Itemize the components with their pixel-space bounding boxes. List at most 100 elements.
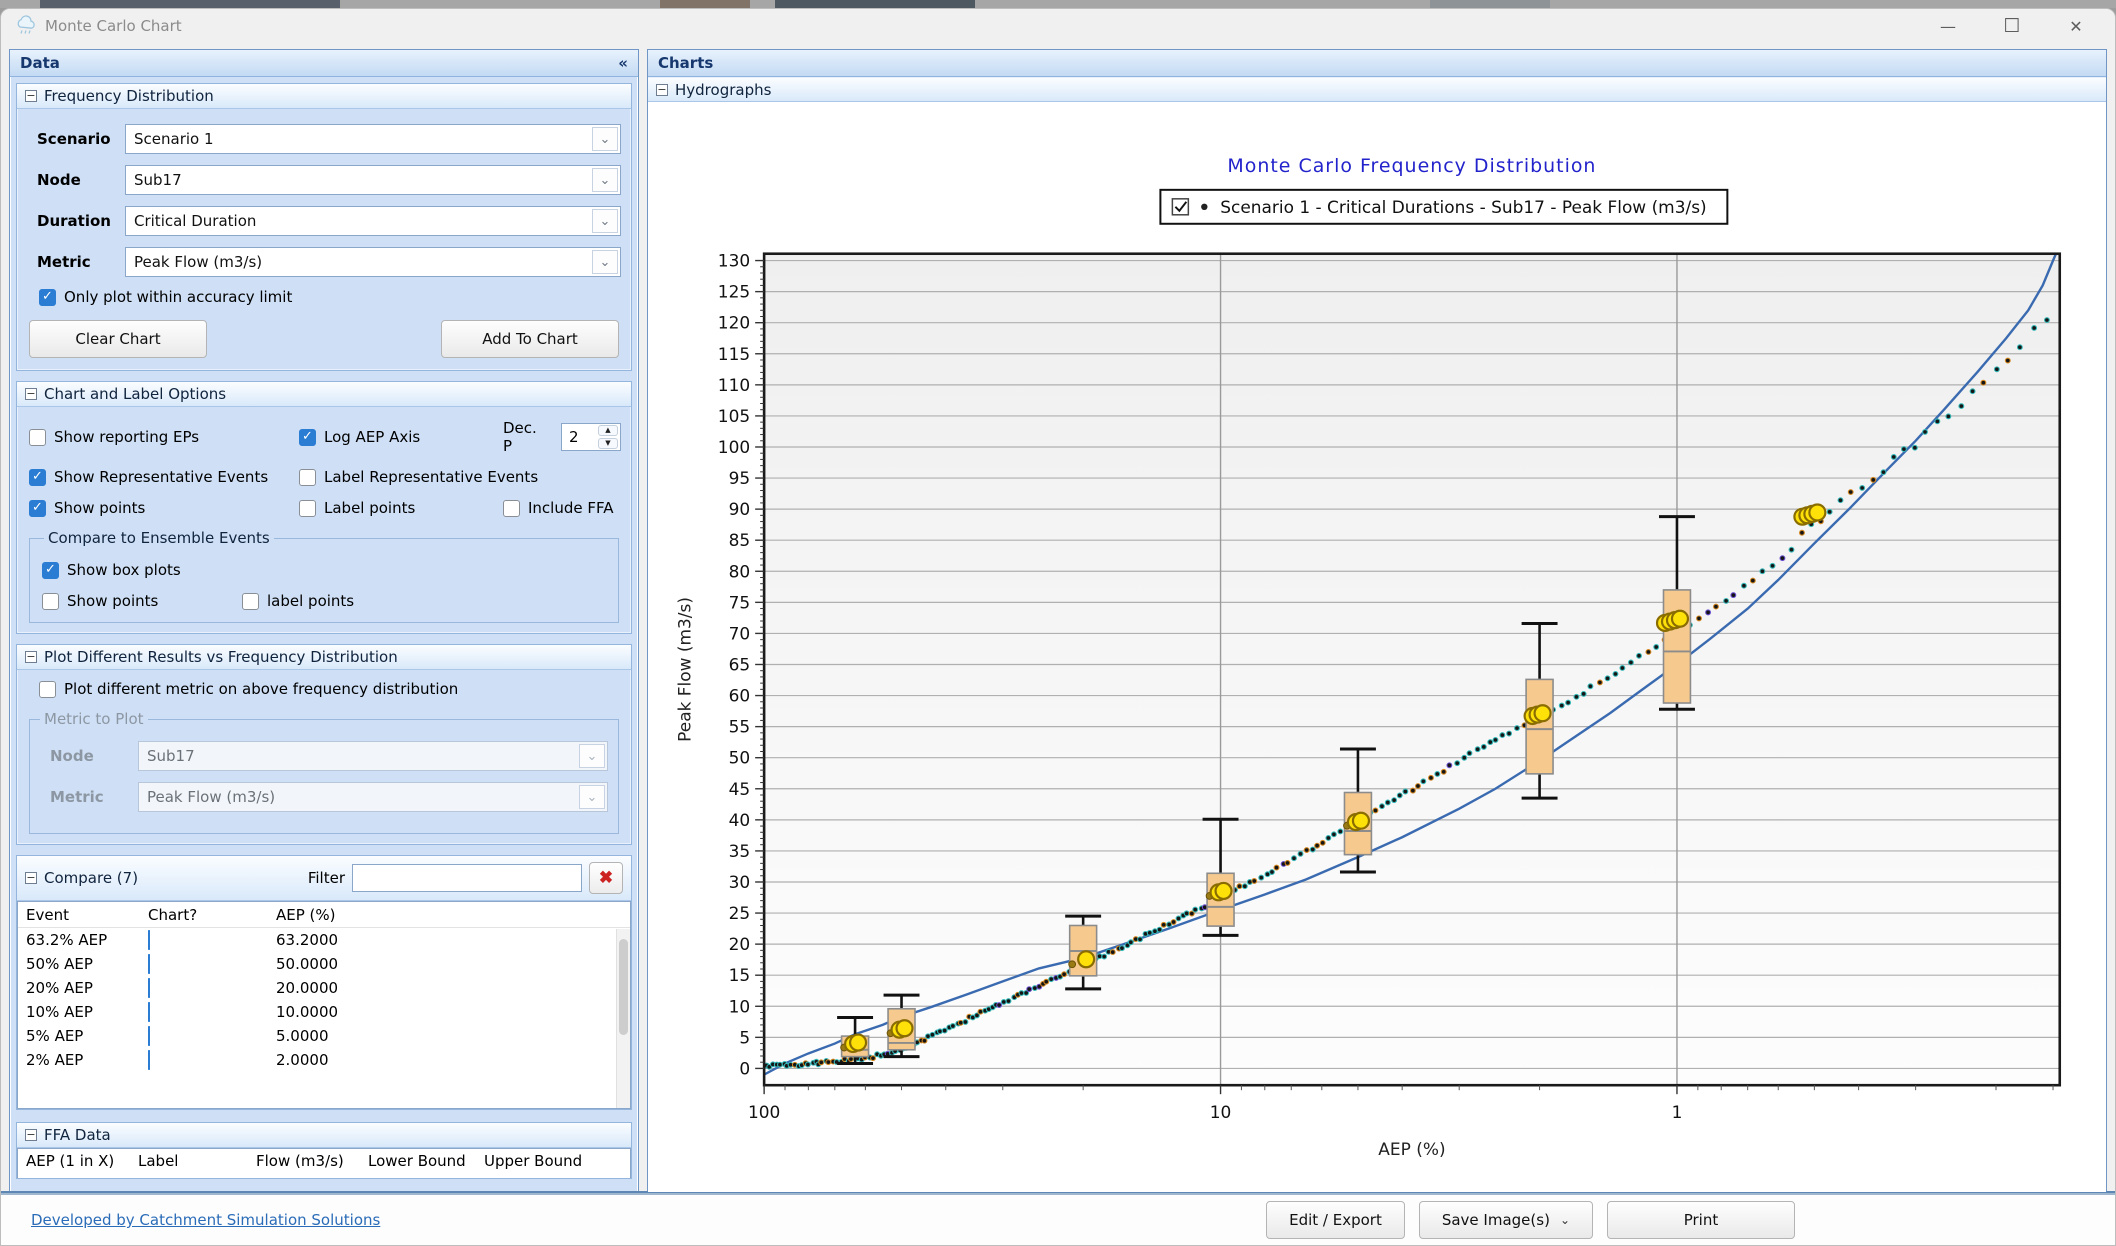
options-show-points-label: Show points <box>54 499 145 517</box>
collapse-section-icon[interactable]: − <box>25 90 37 102</box>
frequency-distribution-header[interactable]: − Frequency Distribution <box>17 84 631 109</box>
spinner-up-icon[interactable]: ▲ <box>598 425 618 436</box>
frequency-duration-value: Critical Duration <box>134 212 256 230</box>
ffa-data-header[interactable]: − FFA Data <box>17 1123 631 1148</box>
compare-event-cell: 2% AEP <box>26 1051 148 1069</box>
options-show-reporting-eps-checkbox[interactable] <box>29 429 46 446</box>
plot-different-header[interactable]: − Plot Different Results vs Frequency Di… <box>17 645 631 670</box>
ffa-data-title: FFA Data <box>44 1126 111 1144</box>
y-axis-tick-label: 110 <box>718 375 750 395</box>
table-row[interactable]: 10% AEP10.0000 <box>18 1000 630 1024</box>
representative-event-marker <box>1525 705 1551 724</box>
compare-event-cell: 10% AEP <box>26 1003 148 1021</box>
frequency-scenario-select[interactable]: Scenario 1 ⌄ <box>125 124 621 154</box>
data-panel-title: Data <box>20 54 60 72</box>
chevron-down-icon: ⌄ <box>579 785 605 809</box>
chevron-down-icon[interactable]: ⌄ <box>592 250 618 274</box>
plot-different-metric-checkbox[interactable] <box>39 681 56 698</box>
print-button[interactable]: Print <box>1607 1201 1795 1239</box>
maximize-button[interactable]: ☐ <box>1997 15 2027 37</box>
frequency-distribution-chart[interactable]: Monte Carlo Frequency Distribution Scenar… <box>648 102 2106 1192</box>
y-axis-tick-label: 55 <box>729 717 751 737</box>
filter-input[interactable] <box>352 864 582 892</box>
options-include-ffa-checkbox[interactable] <box>503 500 520 517</box>
options-label-points-checkbox[interactable] <box>299 500 316 517</box>
options-show-representative-events-label: Show Representative Events <box>54 468 268 486</box>
y-axis-tick-label: 10 <box>729 996 751 1016</box>
collapse-section-icon[interactable]: − <box>25 651 37 663</box>
y-axis-tick-label: 85 <box>729 530 751 550</box>
compare-chart-checkbox[interactable] <box>148 954 150 974</box>
table-row[interactable]: 50% AEP50.0000 <box>18 952 630 976</box>
save-images-button[interactable]: Save Image(s) ⌄ <box>1419 1201 1593 1239</box>
ensemble-show-points-checkbox[interactable] <box>42 593 59 610</box>
add-to-chart-button[interactable]: Add To Chart <box>441 320 619 358</box>
collapse-panel-icon[interactable]: « <box>618 54 628 72</box>
legend-checkbox[interactable] <box>1172 199 1188 215</box>
compare-chart-checkbox[interactable] <box>148 1002 150 1022</box>
table-row[interactable]: 63.2% AEP63.2000 <box>18 928 630 952</box>
frequency-duration-select[interactable]: Critical Duration ⌄ <box>125 206 621 236</box>
only-plot-accuracy-checkbox[interactable] <box>39 289 56 306</box>
frequency-metric-select[interactable]: Peak Flow (m3/s)⌄ <box>125 247 621 277</box>
frequency-node-select[interactable]: Sub17⌄ <box>125 165 621 195</box>
ensemble-label-points-label: label points <box>267 592 354 610</box>
frequency-scenario-value: Scenario 1 <box>134 130 214 148</box>
collapse-section-icon[interactable]: − <box>25 872 37 884</box>
dec-p-spinner[interactable]: 2▲▼ <box>561 423 621 451</box>
plot-different-metric-label: Plot different metric on above frequency… <box>64 680 458 698</box>
options-label-points-label: Label points <box>324 499 415 517</box>
frequency-scenario-label: Scenario <box>37 130 125 148</box>
options-log-aep-axis-label: Log AEP Axis <box>324 428 420 446</box>
metric-to-plot-metric-select: Peak Flow (m3/s)⌄ <box>138 782 608 812</box>
x-axis-tick-label: 100 <box>748 1102 780 1122</box>
y-axis-tick-label: 125 <box>718 282 750 302</box>
compare-chart-checkbox[interactable] <box>148 930 150 950</box>
clear-filter-button[interactable]: ✖ <box>589 862 623 894</box>
ensemble-show-box-plots-checkbox[interactable] <box>42 562 59 579</box>
y-axis-tick-label: 75 <box>729 592 751 612</box>
chart-label-options-section: − Chart and Label Options Show reporting… <box>16 381 632 634</box>
ensemble-label-points-checkbox[interactable] <box>242 593 259 610</box>
legend-series-label: Scenario 1 - Critical Durations - Sub17 … <box>1220 197 1706 217</box>
y-axis-tick-label: 100 <box>718 437 750 457</box>
chart-label-options-header[interactable]: − Chart and Label Options <box>17 382 631 407</box>
chart-title: Monte Carlo Frequency Distribution <box>1227 155 1596 177</box>
options-label-representative-events-checkbox[interactable] <box>299 469 316 486</box>
compare-chart-checkbox[interactable] <box>148 978 150 998</box>
chevron-down-icon[interactable]: ⌄ <box>592 168 618 192</box>
background-app-text-fragment <box>40 0 340 8</box>
compare-event-cell: 63.2% AEP <box>26 931 148 949</box>
close-button[interactable]: ✕ <box>2061 17 2091 36</box>
table-row[interactable]: 2% AEP 2.0000 <box>18 1048 630 1072</box>
table-row[interactable]: 20% AEP20.0000 <box>18 976 630 1000</box>
hydrographs-header[interactable]: − Hydrographs <box>648 77 2106 102</box>
collapse-section-icon[interactable]: − <box>656 84 668 96</box>
table-row[interactable]: 5% AEP5.0000 <box>18 1024 630 1048</box>
chevron-down-icon: ⌄ <box>1560 1213 1570 1227</box>
edit-export-button[interactable]: Edit / Export <box>1266 1201 1405 1239</box>
collapse-section-icon[interactable]: − <box>25 388 37 400</box>
minimize-button[interactable]: — <box>1933 17 1963 36</box>
chevron-down-icon[interactable]: ⌄ <box>592 209 618 233</box>
plot-different-section: − Plot Different Results vs Frequency Di… <box>16 644 632 845</box>
spinner-down-icon[interactable]: ▼ <box>598 438 618 449</box>
options-show-representative-events-checkbox[interactable] <box>29 469 46 486</box>
developer-credit-link[interactable]: Developed by Catchment Simulation Soluti… <box>31 1211 380 1229</box>
y-axis-tick-label: 40 <box>729 810 751 830</box>
compare-aep-cell: 2.0000 <box>276 1051 426 1069</box>
compare-column-aep: AEP (%) <box>276 906 426 924</box>
ffa-table-columns: AEP (1 in X)LabelFlow (m3/s)Lower BoundU… <box>17 1148 631 1178</box>
ffa-data-section: − FFA Data AEP (1 in X)LabelFlow (m3/s)L… <box>16 1122 632 1179</box>
y-axis-tick-label: 30 <box>729 872 751 892</box>
options-show-points-checkbox[interactable] <box>29 500 46 517</box>
chevron-down-icon[interactable]: ⌄ <box>592 127 618 151</box>
clear-chart-button[interactable]: Clear Chart <box>29 320 207 358</box>
collapse-section-icon[interactable]: − <box>25 1129 37 1141</box>
compare-chart-checkbox[interactable] <box>148 1050 150 1070</box>
frequency-node-label: Node <box>37 171 125 189</box>
compare-chart-checkbox[interactable] <box>148 1026 150 1046</box>
compare-aep-cell: 50.0000 <box>276 955 426 973</box>
options-log-aep-axis-checkbox[interactable] <box>299 429 316 446</box>
compare-table-scrollbar[interactable] <box>616 929 630 1108</box>
